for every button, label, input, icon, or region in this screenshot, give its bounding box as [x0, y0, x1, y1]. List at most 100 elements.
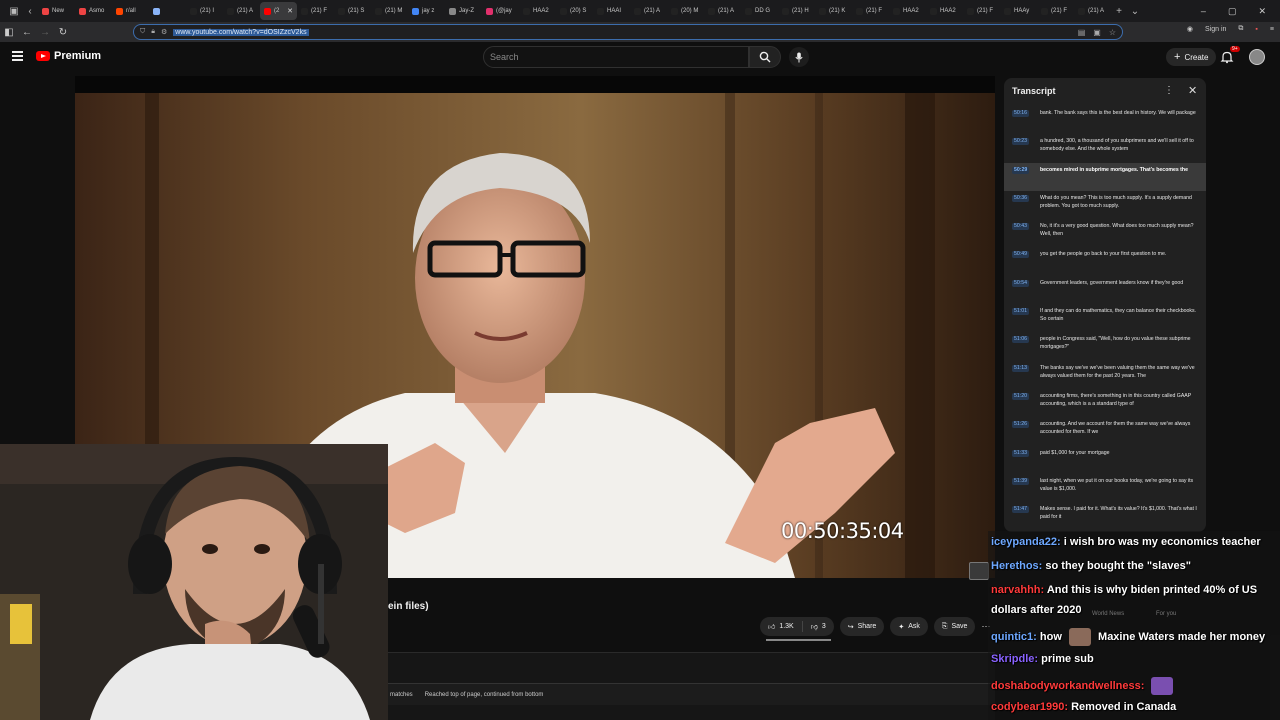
segment-timestamp[interactable]: 51:20 — [1012, 392, 1029, 400]
search-input[interactable]: Search — [483, 46, 749, 68]
browser-tab[interactable]: (21) S — [334, 2, 371, 20]
browser-tab[interactable]: HAA2 — [889, 2, 926, 20]
segment-timestamp[interactable]: 50:16 — [1012, 110, 1029, 117]
site-settings-icon[interactable]: ⚙ — [161, 28, 167, 36]
browser-tab[interactable]: (21) H — [778, 2, 815, 20]
chat-username[interactable]: Herethos: — [991, 560, 1042, 572]
browser-tab[interactable]: jay z — [408, 2, 445, 20]
browser-tab[interactable] — [149, 2, 186, 20]
account-avatar[interactable] — [1249, 49, 1265, 65]
browser-tab[interactable]: (@jay — [482, 2, 519, 20]
segment-timestamp[interactable]: 51:13 — [1012, 364, 1029, 372]
browser-tab[interactable]: (21) A — [223, 2, 260, 20]
chat-username[interactable]: codybear1990: — [991, 701, 1068, 713]
transcript-segment[interactable]: 51:33 paid $1,000 for your mortgage — [1004, 446, 1206, 474]
browser-tab[interactable]: HAA2 — [519, 2, 556, 20]
browser-tab[interactable]: DD G — [741, 2, 778, 20]
browser-tab[interactable]: Asmo — [75, 2, 112, 20]
pip-icon[interactable]: ▣ — [1093, 28, 1101, 37]
transcript-segment[interactable]: 51:01 If and they can do mathematics, the… — [1004, 304, 1206, 332]
transcript-segment[interactable]: 51:20 accounting firms, there's something… — [1004, 389, 1206, 417]
save-button[interactable]: ⎘ Save — [933, 617, 976, 636]
transcript-segment[interactable]: 50:16 bank. The bank says this is the bes… — [1004, 106, 1206, 134]
close-window-icon[interactable]: ✕ — [1258, 6, 1266, 17]
browser-tab[interactable]: (21) A — [630, 2, 667, 20]
browser-tab[interactable]: (21) I — [186, 2, 223, 20]
chat-username[interactable]: iceypanda22: — [991, 536, 1061, 548]
browser-tab[interactable]: (21) K — [815, 2, 852, 20]
youtube-logo[interactable]: Premium — [36, 50, 101, 62]
transcript-segment[interactable]: 51:06 people in Congress said, "Well, how… — [1004, 332, 1206, 360]
segment-timestamp[interactable]: 50:49 — [1012, 251, 1029, 259]
minimize-icon[interactable]: – — [1201, 6, 1206, 17]
new-tab-icon[interactable]: + — [1111, 6, 1127, 17]
maximize-icon[interactable]: ▢ — [1228, 6, 1237, 17]
extensions-icon[interactable]: ⧉ — [1238, 25, 1243, 33]
signin-label[interactable]: Sign in — [1205, 26, 1226, 33]
account-icon[interactable]: ◉ — [1187, 25, 1193, 33]
segment-timestamp[interactable]: 50:54 — [1012, 279, 1029, 287]
segment-timestamp[interactable]: 50:36 — [1012, 194, 1029, 202]
menu-icon[interactable]: ≡ — [1270, 26, 1274, 33]
notifications-bell-icon[interactable] — [1220, 50, 1234, 64]
transcript-segment[interactable]: 51:13 The banks say we've we've been valu… — [1004, 361, 1206, 389]
search-button[interactable] — [749, 46, 781, 68]
reader-view-icon[interactable]: ▤ — [1078, 28, 1086, 37]
voice-search-button[interactable] — [789, 47, 809, 67]
shield-icon[interactable]: ⛉ — [140, 28, 145, 36]
browser-tab[interactable]: (21) M — [371, 2, 408, 20]
transcript-segment[interactable]: 50:43 No, it it's a very good question. W… — [1004, 219, 1206, 247]
segment-timestamp[interactable]: 51:26 — [1012, 421, 1029, 429]
transcript-segment[interactable]: 50:23 a hundred, 300, a thousand of you s… — [1004, 134, 1206, 162]
transcript-segment[interactable]: 50:29 becomes mired in subprime mortgages… — [1004, 162, 1206, 191]
browser-tab[interactable]: New — [38, 2, 75, 20]
browser-tab[interactable]: HAAI — [593, 2, 630, 20]
segment-timestamp[interactable]: 50:29 — [1012, 166, 1030, 174]
sidebar-toggle-icon[interactable]: ◧ — [0, 27, 18, 38]
share-button[interactable]: ↪ Share — [839, 617, 885, 636]
url-field[interactable]: ⛉ 🔒︎ ⚙ www.youtube.com/watch?v=dOSIZzcV2… — [133, 24, 1123, 40]
segment-timestamp[interactable]: 51:06 — [1012, 336, 1029, 344]
browser-tab[interactable]: (21) A — [1074, 2, 1111, 20]
like-button[interactable]: 👍︎ 1.3K — [760, 621, 803, 632]
browser-tab[interactable]: (21) F — [1037, 2, 1074, 20]
dislike-button[interactable]: 👎︎ 3 — [803, 622, 834, 631]
browser-tab[interactable]: HAAy — [1000, 2, 1037, 20]
segment-timestamp[interactable]: 50:23 — [1012, 138, 1029, 146]
url-text[interactable]: www.youtube.com/watch?v=dOSIZzcV2ks — [173, 28, 309, 36]
browser-tab[interactable]: (21) F — [963, 2, 1000, 20]
tab-menu-icon[interactable]: ▣ — [6, 6, 22, 17]
segment-timestamp[interactable]: 51:33 — [1012, 449, 1029, 457]
transcript-segment[interactable]: 51:39 last night, when we put it on our b… — [1004, 474, 1206, 502]
chat-username[interactable]: quintic1: — [991, 631, 1037, 643]
browser-tab[interactable]: r/all — [112, 2, 149, 20]
tab-back-scroll-icon[interactable]: ‹ — [22, 6, 38, 17]
segment-timestamp[interactable]: 51:01 — [1012, 308, 1029, 316]
segment-timestamp[interactable]: 50:43 — [1012, 223, 1029, 231]
transcript-segment[interactable]: 51:26 accounting. And we account for them… — [1004, 417, 1206, 445]
forward-icon[interactable]: → — [36, 27, 54, 38]
browser-tab[interactable]: (21) F — [297, 2, 334, 20]
bookmark-star-icon[interactable]: ☆ — [1109, 28, 1116, 37]
reload-icon[interactable]: ↻ — [54, 27, 72, 38]
browser-tab[interactable]: Jay-Z — [445, 2, 482, 20]
chat-username[interactable]: narvahhh: — [991, 584, 1044, 596]
chat-username[interactable]: doshabodyworkandwellness: — [991, 680, 1144, 692]
create-button[interactable]: + Create — [1166, 48, 1217, 66]
chat-username[interactable]: Skripdle: — [991, 653, 1038, 665]
transcript-menu-icon[interactable]: ⋮ — [1164, 85, 1174, 96]
browser-tab[interactable]: HAA2 — [926, 2, 963, 20]
transcript-segment[interactable]: 50:36 What do you mean? This is too much … — [1004, 191, 1206, 219]
transcript-segment[interactable]: 50:54 Government leaders, government lead… — [1004, 276, 1206, 304]
back-icon[interactable]: ← — [18, 27, 36, 38]
browser-tab[interactable]: (20) M — [667, 2, 704, 20]
segment-timestamp[interactable]: 51:47 — [1012, 506, 1029, 514]
close-tab-icon[interactable]: ✕ — [287, 7, 293, 15]
browser-tab[interactable]: (20) S — [556, 2, 593, 20]
transcript-segment[interactable]: 51:47 Makes sense. I paid for it. What's … — [1004, 502, 1206, 530]
browser-tab[interactable]: (21) F — [852, 2, 889, 20]
browser-tab[interactable]: (2 ✕ — [260, 2, 297, 20]
lock-icon[interactable]: 🔒︎ — [151, 28, 155, 36]
browser-tab[interactable]: (21) A — [704, 2, 741, 20]
segment-timestamp[interactable]: 51:39 — [1012, 477, 1029, 485]
